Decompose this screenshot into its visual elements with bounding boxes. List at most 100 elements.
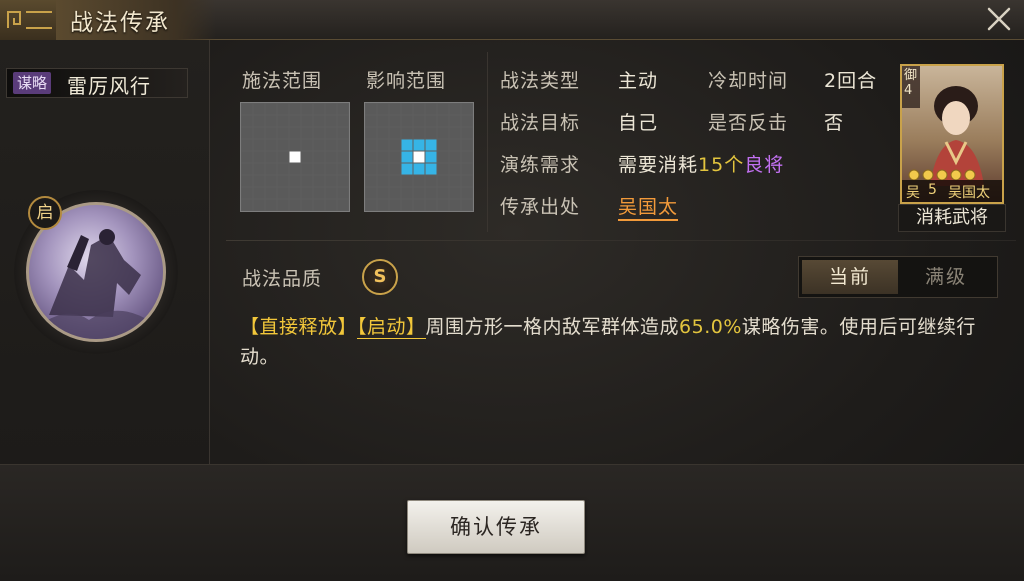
grid-cell [301,139,313,151]
skill-name: 雷厉风行 [67,74,151,98]
grid-cell [301,151,313,163]
star-icon [950,169,962,181]
grid-cell [301,163,313,175]
grid-cell [425,115,437,127]
grid-cell [413,103,425,115]
grid-effect-cell [413,139,425,151]
grid-cell [253,151,265,163]
grid-cell [325,139,337,151]
grid-cell [289,139,301,151]
cast-range-grid [240,102,350,212]
skill-description: 【直接释放】【启动】周围方形一格内敌军群体造成65.0%谋略伤害。使用后可继续行… [240,312,1000,372]
grid-cell [449,103,461,115]
activation-badge: 启 [28,196,62,230]
grid-cell [337,103,349,115]
grid-effect-cell [401,163,413,175]
grid-cell [389,163,401,175]
grid-cell [253,163,265,175]
grid-cell [289,199,301,211]
grid-cell [337,199,349,211]
grid-cell [241,187,253,199]
confirm-inherit-button[interactable]: 确认传承 [407,500,585,554]
grid-cell [277,175,289,187]
origin-link[interactable]: 吴国太 [618,192,679,221]
origin-value[interactable]: 吴国太 [618,196,679,221]
grid-cell [241,139,253,151]
troop-level: 4 [904,83,913,98]
grid-cell [265,127,277,139]
grid-cell [241,175,253,187]
grid-cell [253,115,265,127]
grid-cell [241,199,253,211]
grid-cell [265,187,277,199]
desc-tag-activate[interactable]: 【启动】 [357,316,426,339]
grid-center-cell [413,151,425,163]
effect-range-label: 影响范围 [366,70,447,92]
grid-cell [425,103,437,115]
grid-cell [277,187,289,199]
grid-cell [289,187,301,199]
grid-cell [253,139,265,151]
grid-cell [337,175,349,187]
grid-cell [253,187,265,199]
grid-cell [277,163,289,175]
title-bar: 战法传承 [0,0,1024,40]
general-info-strip: 吴 5 吴国太 [902,180,1002,202]
grid-cell [365,175,377,187]
grid-cell [401,127,413,139]
grid-cell [365,139,377,151]
grid-cell [449,139,461,151]
grid-cell [449,187,461,199]
star-icon [922,169,934,181]
grid-cell [277,199,289,211]
grid-cell [401,175,413,187]
desc-text-1: 周围方形一格内敌军群体造成 [425,316,680,338]
grid-cell [461,187,473,199]
grid-cell [265,163,277,175]
grid-cell [377,199,389,211]
level-toggle: 当前 满级 [798,256,998,298]
cooldown-value: 2回合 [824,70,878,92]
grid-cell [301,127,313,139]
grid-cell [277,151,289,163]
grid-cell [241,151,253,163]
grid-cell [377,115,389,127]
grid-cell [313,175,325,187]
general-stars [906,166,1002,181]
toggle-max-button[interactable]: 满级 [898,260,994,294]
toggle-current-button[interactable]: 当前 [802,260,898,294]
grid-cell [449,175,461,187]
grid-cell [437,151,449,163]
grid-cell [313,199,325,211]
general-portrait[interactable]: 御4 吴 5 吴国太 [900,64,1004,204]
grid-cell [365,103,377,115]
grid-cell [325,151,337,163]
grid-cell [337,163,349,175]
general-name: 吴国太 [948,185,990,201]
grid-cell [377,139,389,151]
star-icon [964,169,976,181]
grid-cell [277,103,289,115]
grid-cell [337,115,349,127]
grid-cell [365,115,377,127]
skill-type-tag: 谋略 [13,72,52,94]
grid-center-cell [289,151,301,163]
target-value: 自己 [618,112,659,134]
grid-cell [265,175,277,187]
grid-cell [389,151,401,163]
grid-cell [425,175,437,187]
grid-cell [241,103,253,115]
grid-cell [377,175,389,187]
grid-cell [313,127,325,139]
cooldown-label: 冷却时间 [708,70,789,92]
close-button[interactable] [984,4,1014,34]
title-ornament-icon [0,0,62,40]
grid-cell [461,163,473,175]
grid-cell [301,187,313,199]
grid-cell [413,175,425,187]
general-faction: 吴 [906,185,920,201]
grid-cell [337,187,349,199]
grid-cell [413,199,425,211]
grid-cell [365,187,377,199]
window-title: 战法传承 [70,10,170,36]
